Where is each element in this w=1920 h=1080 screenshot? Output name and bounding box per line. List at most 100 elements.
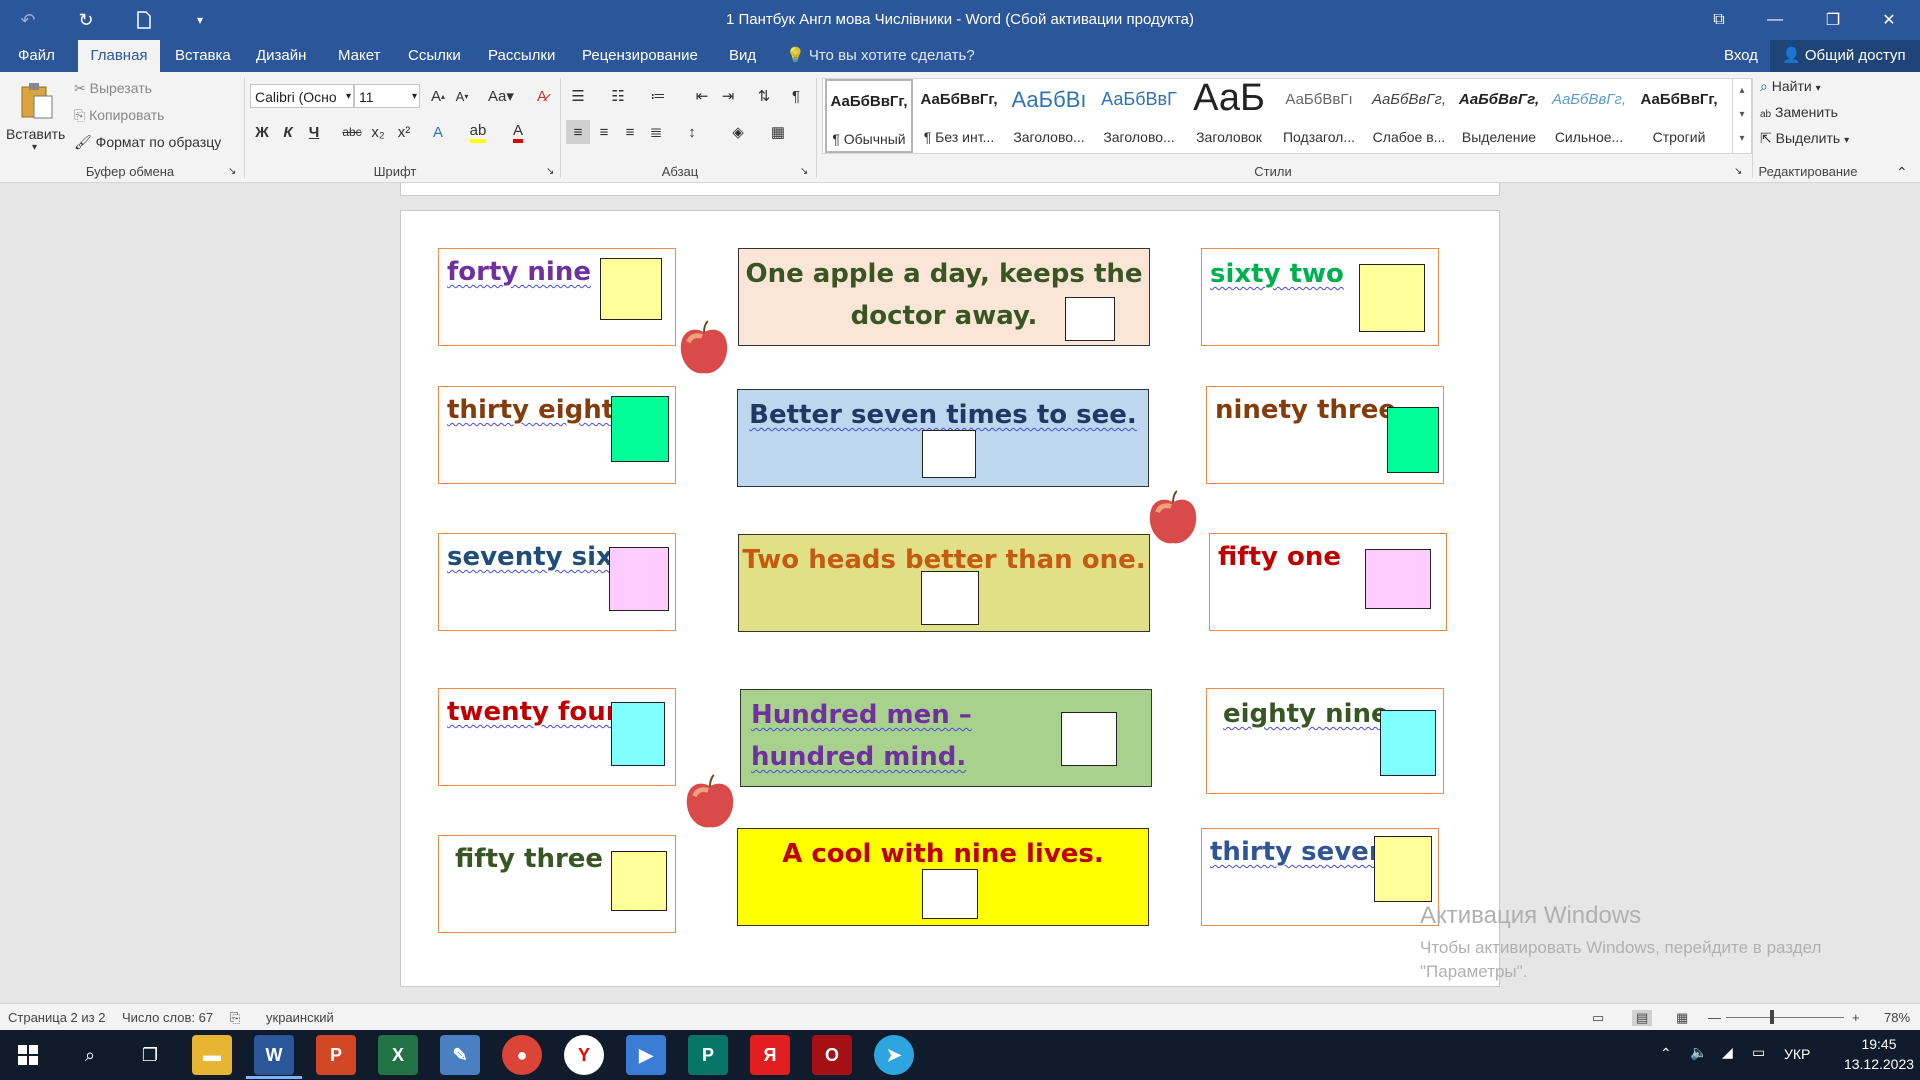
answer-box[interactable] [611, 702, 665, 766]
font-name-combo[interactable]: Calibri (Осно ▾ [250, 84, 354, 108]
increase-indent-icon[interactable]: ⇥ [716, 84, 740, 108]
read-mode-icon[interactable]: ▭ [1592, 1010, 1604, 1026]
sign-in-link[interactable]: Вход [1724, 40, 1758, 72]
borders-icon[interactable]: ▦ [766, 120, 790, 144]
font-color-icon[interactable]: A [506, 120, 530, 144]
zoom-in-button[interactable]: + [1852, 1010, 1860, 1025]
restore-button[interactable]: ❐ [1810, 0, 1856, 40]
align-left-icon[interactable]: ≡ [566, 120, 590, 144]
sort-icon[interactable]: ⇅ [752, 84, 776, 108]
clock-time[interactable]: 19:45 [1844, 1036, 1914, 1052]
tab-insert[interactable]: Вставка [175, 40, 231, 72]
tab-review[interactable]: Рецензирование [582, 40, 698, 72]
find-button[interactable]: ⌕ Найти ▾ [1760, 78, 1821, 95]
replace-button[interactable]: ab Заменить [1760, 104, 1838, 120]
tab-view[interactable]: Вид [729, 40, 756, 72]
battery-icon[interactable]: ▭ [1752, 1044, 1765, 1061]
proverb-card[interactable]: One apple a day, keeps the doctor away. [738, 248, 1150, 346]
number-card[interactable]: forty nine [438, 248, 676, 346]
tab-layout[interactable]: Макет [338, 40, 380, 72]
answer-box[interactable] [1359, 264, 1425, 332]
grow-font-icon[interactable]: A ▴ [426, 84, 450, 108]
word-icon[interactable]: W [254, 1035, 294, 1075]
italic-button[interactable]: К [276, 120, 300, 144]
answer-box[interactable] [921, 571, 979, 625]
zoom-slider[interactable] [1726, 1017, 1844, 1018]
number-card[interactable]: thirty seven [1201, 828, 1439, 926]
excel-icon[interactable]: X [378, 1035, 418, 1075]
file-explorer-icon[interactable]: ▬ [192, 1035, 232, 1075]
shading-icon[interactable]: ◈ [726, 120, 750, 144]
style-subtitle[interactable]: АаБбВвГı Подзагол... [1275, 79, 1363, 153]
word-count[interactable]: Число слов: 67 [122, 1010, 213, 1025]
language-indicator[interactable]: украинский [266, 1010, 334, 1025]
proofing-icon[interactable]: ⎘ [230, 1010, 240, 1026]
telegram-icon[interactable]: ➤ [874, 1035, 914, 1075]
tab-home[interactable]: Главная [78, 40, 160, 72]
text-effects-icon[interactable]: A [426, 120, 450, 144]
close-button[interactable]: ✕ [1866, 0, 1912, 40]
start-icon[interactable] [8, 1035, 48, 1075]
network-icon[interactable]: ◢ [1722, 1044, 1733, 1061]
cut-button[interactable]: ✂ Вырезать [74, 80, 152, 97]
yandex-icon[interactable]: Я [750, 1035, 790, 1075]
font-size-combo[interactable]: 11 ▾ [354, 84, 420, 108]
show-formatting-marks-icon[interactable]: ¶ [784, 84, 808, 108]
number-card[interactable]: seventy six [438, 533, 676, 631]
strikethrough-button[interactable]: abc [340, 120, 364, 144]
select-button[interactable]: ⇱ Выделить ▾ [1760, 130, 1849, 147]
answer-box[interactable] [609, 547, 669, 611]
clear-formatting-icon[interactable]: A̷ [530, 84, 554, 108]
number-card[interactable]: twenty four [438, 688, 676, 786]
line-spacing-icon[interactable]: ↕ [680, 120, 704, 144]
tab-mailings[interactable]: Рассылки [488, 40, 555, 72]
numbering-icon[interactable]: ☷ [606, 84, 630, 108]
copy-button[interactable]: ⎘ Копировать [74, 107, 164, 124]
collapse-ribbon-icon[interactable]: ⌃ [1896, 164, 1908, 181]
answer-box[interactable] [1387, 407, 1439, 473]
style-heading-1[interactable]: АаБбВı Заголово... [1005, 79, 1093, 153]
answer-box[interactable] [611, 851, 667, 911]
decrease-indent-icon[interactable]: ⇤ [690, 84, 714, 108]
format-painter-button[interactable]: 🖌 Формат по образцу [74, 134, 221, 151]
underline-button[interactable]: Ч [302, 120, 326, 144]
answer-box[interactable] [1380, 710, 1436, 776]
bold-button[interactable]: Ж [250, 120, 274, 144]
style-emphasis[interactable]: АаБбВвГг, Выделение [1455, 79, 1543, 153]
highlight-color-icon[interactable]: ab [466, 120, 490, 144]
change-case-icon[interactable]: Aa ▾ [484, 84, 518, 108]
superscript-button[interactable]: x² [392, 120, 416, 144]
paste-button[interactable]: Вставить ▾ [6, 78, 65, 162]
proverb-card[interactable]: A cool with nine lives. [737, 828, 1149, 926]
shrink-font-icon[interactable]: A ▾ [450, 84, 474, 108]
powerpoint-icon[interactable]: P [316, 1035, 356, 1075]
answer-box[interactable] [611, 396, 669, 462]
align-center-icon[interactable]: ≡ [592, 120, 616, 144]
ribbon-display-options-icon[interactable]: ⧉ [1696, 0, 1742, 40]
zoom-out-button[interactable]: — [1708, 1010, 1721, 1025]
zoom-level[interactable]: 78% [1884, 1010, 1910, 1025]
tab-design[interactable]: Дизайн [256, 40, 306, 72]
style-heading-2[interactable]: АаБбВвГ Заголово... [1095, 79, 1183, 153]
input-language[interactable]: УКР [1784, 1046, 1810, 1062]
style-strong[interactable]: АаБбВвГг, Строгий [1635, 79, 1723, 153]
answer-box[interactable] [1374, 836, 1432, 902]
share-button[interactable]: 👤 Общий доступ [1770, 40, 1920, 72]
clock-date[interactable]: 13.12.2023 [1834, 1056, 1920, 1072]
tab-file[interactable]: Файл [18, 40, 55, 72]
style-no-spacing[interactable]: АаБбВвГг, ¶ Без инт... [915, 79, 1003, 153]
style-title[interactable]: АаБ Заголовок [1185, 77, 1273, 153]
minimize-button[interactable]: — [1752, 0, 1798, 40]
style-intense-emphasis[interactable]: АаБбВвГг, Сильное... [1545, 79, 1633, 153]
chrome-icon[interactable]: ● [502, 1035, 542, 1075]
video-player-icon[interactable]: ▶ [626, 1035, 666, 1075]
bullets-icon[interactable]: ☰ [566, 84, 590, 108]
tab-references[interactable]: Ссылки [408, 40, 461, 72]
answer-box[interactable] [1065, 297, 1115, 341]
align-right-icon[interactable]: ≡ [618, 120, 642, 144]
answer-box[interactable] [922, 430, 976, 478]
justify-icon[interactable]: ≣ [644, 120, 668, 144]
paste-dropdown-icon[interactable]: ▾ [32, 142, 37, 153]
page-count[interactable]: Страница 2 из 2 [8, 1010, 105, 1025]
answer-box[interactable] [600, 258, 662, 320]
